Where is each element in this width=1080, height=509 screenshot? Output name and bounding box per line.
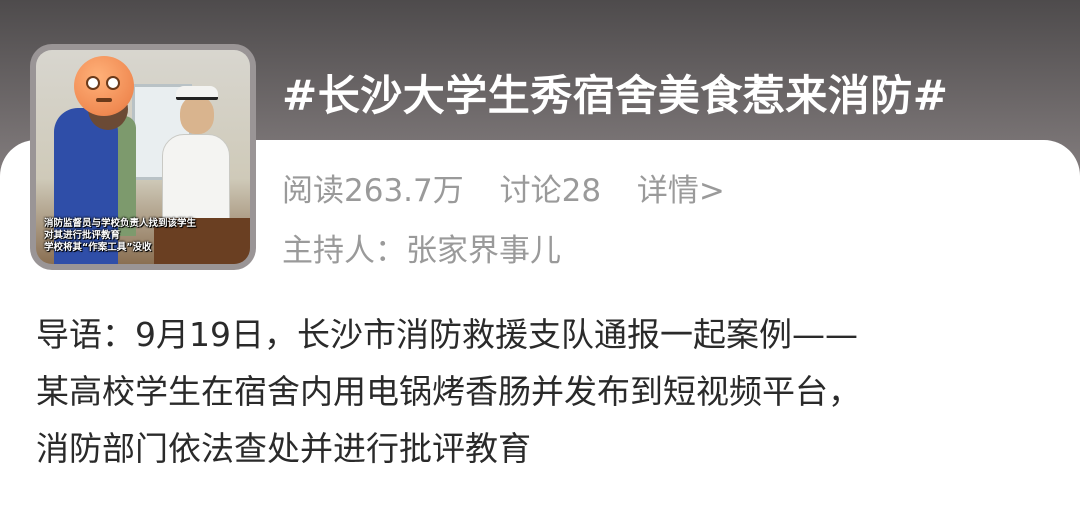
topic-host[interactable]: 主持人：张家界事儿 [282,225,561,270]
topic-thumbnail[interactable]: 消防监督员与学校负责人找到该学生 对其进行批评教育 学校将其“作案工具”没收 [30,44,256,270]
intro-line: 消防部门依法查处并进行批评教育 [36,429,531,468]
topic-stats: 阅读263.7万 讨论28 详情> [282,165,751,210]
topic-title: #长沙大学生秀宿舍美食惹来消防# [282,71,949,120]
discussion-count: 讨论28 [499,173,602,209]
thumbnail-officer-head [180,96,214,134]
caption-line: 学校将其“作案工具”没收 [44,242,152,253]
read-count: 阅读263.7万 [282,173,464,209]
thumbnail-officer-cap [176,86,218,100]
intro-line: 某高校学生在宿舍内用电锅烤香肠并发布到短视频平台， [36,372,861,411]
caption-line: 对其进行批评教育 [44,230,121,241]
intro-line: 导语：9月19日，长沙市消防救援支队通报一起案例—— [36,315,858,354]
caption-line: 消防监督员与学校负责人找到该学生 [44,218,197,229]
blur-emoji-icon [74,56,134,116]
detail-link[interactable]: 详情> [637,173,725,209]
thumbnail-caption: 消防监督员与学校负责人找到该学生 对其进行批评教育 学校将其“作案工具”没收 [36,218,250,254]
thumbnail-image: 消防监督员与学校负责人找到该学生 对其进行批评教育 学校将其“作案工具”没收 [36,50,250,264]
topic-intro: 导语：9月19日，长沙市消防救援支队通报一起案例—— 某高校学生在宿舍内用电锅烤… [36,306,1056,477]
